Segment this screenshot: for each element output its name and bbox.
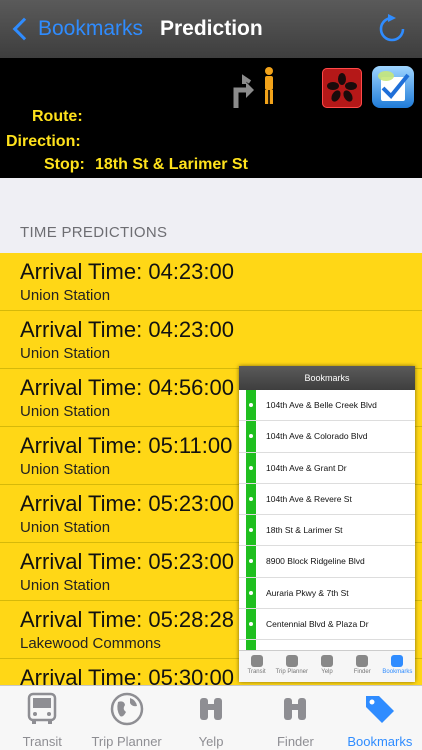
bookmarks-preview-list: 104th Ave & Belle Creek Blvd 104th Ave &… xyxy=(239,390,415,650)
direction-label: Direction: xyxy=(6,133,81,150)
arrival-time: Arrival Time: 04:23:00 xyxy=(20,317,234,342)
list-item: 104th Ave & Belle Creek Blvd xyxy=(239,390,415,422)
bookmark-label: 104th Ave & Revere St xyxy=(266,493,352,504)
arrival-time: Arrival Time: 05:23:00 xyxy=(20,491,234,516)
tab-finder[interactable]: Finder xyxy=(253,686,337,750)
mini-tab-label: Trip Planner xyxy=(275,669,309,675)
dot-icon xyxy=(249,434,253,439)
arrival-time: Arrival Time: 05:30:00 xyxy=(20,665,234,685)
arrival-time: Arrival Time: 05:23:00 xyxy=(20,549,234,574)
tab-trip-planner[interactable]: Trip Planner xyxy=(84,686,168,750)
stop-value: 18th St & Larimer St xyxy=(95,156,248,173)
stop-info-panel: Route: Direction: Stop: 18th St & Larime… xyxy=(0,58,422,178)
page-title: Prediction xyxy=(160,17,263,40)
bookmarks-preview-title: Bookmarks xyxy=(239,366,415,390)
bookmark-label: 18th St & Larimer St xyxy=(266,525,343,536)
back-button[interactable]: Bookmarks xyxy=(8,12,143,46)
destination: Union Station xyxy=(20,403,111,420)
mini-tab-trip-planner: Trip Planner xyxy=(274,651,309,682)
dot-icon xyxy=(249,528,253,533)
bookmark-label: Auraria Pkwy & 7th St xyxy=(266,587,349,598)
arrival-time: Arrival Time: 05:11:00 xyxy=(20,433,233,458)
list-item: 18th St & Larimer St xyxy=(239,515,415,547)
destination: Union Station xyxy=(20,577,111,594)
destination: Lakewood Commons xyxy=(20,635,161,652)
bookmarks-preview-tabbar: Transit Trip Planner Yelp Finder Bookmar… xyxy=(239,650,415,682)
arrival-time: Arrival Time: 05:28:28 xyxy=(20,607,234,632)
binoculars-icon xyxy=(284,698,307,720)
chevron-left-icon xyxy=(12,17,36,41)
destination: Union Station xyxy=(20,345,111,362)
list-item: 104th Ave & Revere St xyxy=(239,484,415,516)
tag-icon xyxy=(365,696,394,723)
bookmarks-preview: Bookmarks 104th Ave & Belle Creek Blvd 1… xyxy=(239,366,415,682)
tab-yelp[interactable]: Yelp xyxy=(169,686,253,750)
navigation-bar: Bookmarks Prediction xyxy=(0,0,422,58)
mini-tab-label: Yelp xyxy=(321,669,333,675)
section-header-time-predictions: TIME PREDICTIONS xyxy=(20,224,168,241)
tag-icon xyxy=(391,655,404,667)
dot-icon xyxy=(249,496,253,501)
destination: Union Station xyxy=(20,461,111,478)
bookmark-label: 104th Ave & Colorado Blvd xyxy=(266,431,368,442)
bookmark-label: 8900 Block Ridgeline Blvd xyxy=(266,556,365,567)
binoculars-icon xyxy=(356,655,369,667)
list-item: Auraria Pkwy & 7th St xyxy=(239,578,415,610)
mini-tab-finder: Finder xyxy=(345,651,380,682)
arrival-time: Arrival Time: 04:56:00 xyxy=(20,375,234,400)
bookmark-label: 104th Ave & Belle Creek Blvd xyxy=(266,400,377,410)
list-item: Centennial Blvd & Plaza Dr xyxy=(239,609,415,641)
tab-label: Finder xyxy=(276,734,314,749)
binoculars-icon xyxy=(321,655,333,667)
destination: Union Station xyxy=(20,519,111,536)
bookmark-label: 104th Ave & Grant Dr xyxy=(266,462,347,473)
prediction-row[interactable]: Arrival Time: 04:23:00 Union Station xyxy=(0,311,422,369)
tab-bar: Transit Trip Planner Yelp Finder Bookmar… xyxy=(0,685,422,750)
bookmark-label: Centennial Blvd & Plaza Dr xyxy=(266,619,369,630)
dot-icon xyxy=(249,403,253,407)
checkmark-icon[interactable] xyxy=(372,66,414,108)
arrival-time: Arrival Time: 04:23:00 xyxy=(20,259,234,284)
list-item: 8900 Block Ridgeline Blvd xyxy=(239,546,415,578)
refresh-icon[interactable] xyxy=(376,13,408,45)
list-item: 104th Ave & Grant Dr xyxy=(239,453,415,484)
mini-tab-label: Finder xyxy=(353,669,371,675)
tab-label: Yelp xyxy=(198,734,224,749)
mini-tab-yelp: Yelp xyxy=(309,651,344,682)
destination: Union Station xyxy=(20,287,111,304)
tab-label: Transit xyxy=(22,734,62,749)
stop-label: Stop: xyxy=(44,156,85,173)
tab-bookmarks[interactable]: Bookmarks xyxy=(338,686,422,750)
route-label: Route: xyxy=(32,108,83,125)
mini-tab-label: Bookmarks xyxy=(382,669,413,675)
mini-tab-bookmarks: Bookmarks xyxy=(380,651,415,682)
tab-label: Bookmarks xyxy=(347,734,413,749)
binoculars-icon xyxy=(200,698,223,720)
tab-transit[interactable]: Transit xyxy=(0,686,84,750)
mini-tab-label: Transit xyxy=(247,669,266,675)
tab-label: Trip Planner xyxy=(91,734,162,749)
back-button-label: Bookmarks xyxy=(38,17,144,40)
yelp-icon[interactable] xyxy=(322,68,362,108)
prediction-row[interactable]: Arrival Time: 04:23:00 Union Station xyxy=(0,253,422,311)
globe-icon xyxy=(285,655,298,667)
dot-icon xyxy=(249,590,253,595)
bus-icon xyxy=(250,655,263,667)
directions-walk-icon[interactable] xyxy=(232,66,278,110)
list-item: 104th Ave & Colorado Blvd xyxy=(239,421,415,453)
bus-icon xyxy=(27,692,57,724)
dot-icon xyxy=(249,559,253,564)
globe-icon xyxy=(110,692,143,726)
dot-icon xyxy=(249,622,253,627)
mini-tab-transit: Transit xyxy=(239,651,274,682)
dot-icon xyxy=(249,465,253,470)
